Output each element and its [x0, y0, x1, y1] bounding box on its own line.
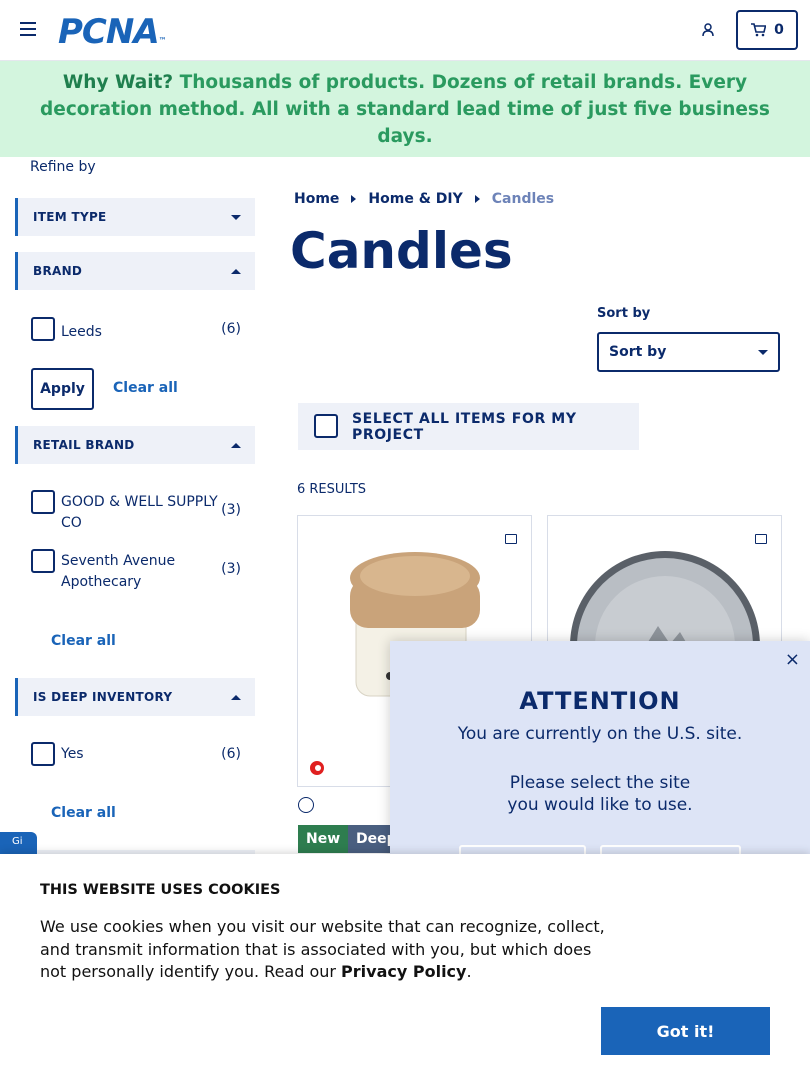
- page-title: Candles: [290, 222, 513, 280]
- option-count: (6): [221, 746, 241, 762]
- chevron-down-icon: [758, 349, 768, 355]
- breadcrumb-home[interactable]: Home: [294, 191, 339, 207]
- cookie-text: We use cookies when you visit our websit…: [40, 917, 605, 981]
- cookie-title: THIS WEBSITE USES COOKIES: [40, 882, 281, 898]
- chevron-right-icon: [351, 195, 357, 203]
- breadcrumb-current: Candles: [491, 191, 555, 207]
- cart-button[interactable]: 0: [736, 10, 798, 50]
- option-label: Yes: [61, 746, 84, 762]
- refine-label: Refine by: [30, 159, 96, 175]
- checkbox[interactable]: [31, 490, 55, 514]
- new-badge: New: [298, 825, 349, 853]
- facet-deep-inventory[interactable]: IS DEEP INVENTORY: [15, 678, 255, 716]
- sort-value: Sort by: [609, 344, 667, 360]
- chevron-right-icon: [474, 195, 480, 203]
- select-all-bar[interactable]: SELECT ALL ITEMS FOR MY PROJECT: [298, 403, 639, 450]
- folder-icon[interactable]: [755, 534, 767, 544]
- cart-icon: [751, 23, 767, 37]
- compare-radio[interactable]: [298, 797, 314, 813]
- results-count: 6 RESULTS: [297, 482, 367, 497]
- breadcrumb-home-diy[interactable]: Home & DIY: [368, 191, 462, 207]
- filter-option-leeds[interactable]: Leeds (6): [31, 317, 241, 343]
- option-label: Leeds: [61, 324, 102, 340]
- filter-option-good-well[interactable]: GOOD & WELL SUPPLY CO (3): [31, 490, 241, 534]
- option-label: GOOD & WELL SUPPLY CO: [61, 494, 218, 531]
- sort-label: Sort by: [597, 306, 651, 321]
- checkbox[interactable]: [31, 317, 55, 341]
- account-icon[interactable]: [700, 22, 716, 38]
- sort-select[interactable]: Sort by: [597, 332, 780, 372]
- facet-retail-brand[interactable]: RETAIL BRAND: [15, 426, 255, 464]
- promo-text: Why Wait? Thousands of products. Dozens …: [14, 69, 796, 150]
- facet-label: IS DEEP INVENTORY: [33, 690, 173, 704]
- option-label: Seventh Avenue Apothecary: [61, 553, 176, 590]
- clear-all-link[interactable]: Clear all: [51, 805, 116, 821]
- folder-icon[interactable]: [505, 534, 517, 544]
- pcna-logo[interactable]: PCNA™: [58, 12, 167, 52]
- facet-brand[interactable]: BRAND: [15, 252, 255, 290]
- close-icon[interactable]: ×: [785, 649, 800, 670]
- privacy-policy-link[interactable]: Privacy Policy: [341, 962, 466, 981]
- select-all-label: SELECT ALL ITEMS FOR MY PROJECT: [352, 410, 577, 443]
- modal-site-notice: You are currently on the U.S. site.: [457, 724, 743, 744]
- logo-text: PCNA: [58, 12, 160, 52]
- got-it-button[interactable]: Got it!: [601, 1007, 770, 1055]
- breadcrumb: Home Home & DIY Candles: [294, 191, 554, 207]
- facet-label: ITEM TYPE: [33, 210, 107, 224]
- checkbox[interactable]: [31, 549, 55, 573]
- chevron-down-icon: [231, 214, 241, 220]
- logo-mark: ™: [158, 36, 167, 45]
- clear-all-link[interactable]: Clear all: [113, 380, 178, 396]
- checkbox[interactable]: [31, 742, 55, 766]
- menu-icon[interactable]: [20, 22, 36, 36]
- filter-option-seventh-avenue[interactable]: Seventh Avenue Apothecary (3): [31, 549, 241, 593]
- clear-all-link[interactable]: Clear all: [51, 633, 116, 649]
- facet-item-type[interactable]: ITEM TYPE: [15, 198, 255, 236]
- apply-button[interactable]: Apply: [31, 368, 94, 410]
- chevron-up-icon: [231, 694, 241, 700]
- option-count: (3): [221, 502, 241, 518]
- site-header: PCNA™ 0: [0, 0, 810, 61]
- modal-select-prompt: Please select the site you would like to…: [507, 773, 693, 815]
- promo-banner: Why Wait? Thousands of products. Dozens …: [0, 61, 810, 157]
- facet-label: BRAND: [33, 264, 83, 278]
- checkbox[interactable]: [314, 413, 338, 438]
- promo-lead: Why Wait?: [62, 71, 174, 93]
- facet-label: RETAIL BRAND: [33, 438, 135, 452]
- chevron-up-icon: [231, 268, 241, 274]
- cookie-body: We use cookies when you visit our websit…: [40, 917, 605, 981]
- chevron-up-icon: [231, 442, 241, 448]
- modal-title: ATTENTION: [519, 687, 681, 715]
- option-count: (3): [221, 561, 241, 577]
- cart-count: 0: [774, 22, 784, 38]
- cookie-banner: THIS WEBSITE USES COOKIES We use cookies…: [0, 854, 810, 1080]
- option-count: (6): [221, 321, 241, 337]
- filter-option-yes[interactable]: Yes (6): [31, 742, 241, 766]
